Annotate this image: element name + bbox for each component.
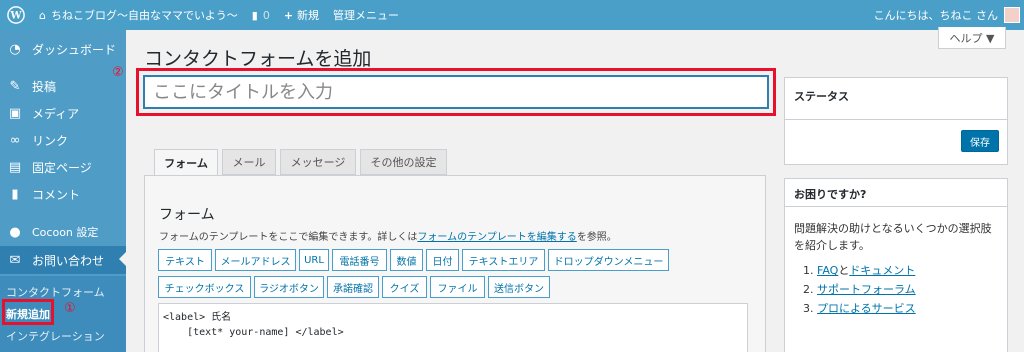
sidebar-item-posts[interactable]: ✎ 投稿 (0, 73, 126, 99)
tag-button-email[interactable]: メールアドレス (215, 249, 296, 271)
help-box-text: 問題解決の助けとなるいくつかの選択肢を紹介します。 (794, 222, 992, 252)
admin-bar: W ⌂ ちねこブログ〜自由なママでいよう〜 ▮ 0 + 新規 管理メニュー こん… (0, 0, 1024, 30)
list-number: 1. (803, 264, 814, 277)
avatar (1004, 7, 1020, 23)
tag-button-submit[interactable]: 送信ボタン (488, 276, 550, 298)
list-item: 2. サポートフォーラム (803, 280, 916, 299)
comments-count: 0 (262, 8, 270, 22)
highlight-box-add-new (2, 299, 54, 325)
admin-menu-label: 管理メニュー (333, 9, 400, 22)
support-forum-link[interactable]: サポートフォーラム (817, 283, 916, 296)
home-icon: ⌂ (39, 8, 46, 22)
tab-messages[interactable]: メッセージ (280, 149, 356, 175)
plus-icon: + (283, 8, 294, 22)
sidebar-item-dashboard[interactable]: ◔ ダッシュボード (0, 36, 126, 62)
page-title: コンタクトフォームを追加 (144, 48, 372, 70)
title-input[interactable] (143, 75, 769, 109)
submenu-integration[interactable]: インテグレーション (6, 328, 105, 344)
sidebar-item-comments[interactable]: ▮ コメント (0, 181, 126, 207)
sidebar-item-label: リンク (32, 133, 69, 148)
faq-link[interactable]: FAQ (817, 264, 838, 277)
site-name-link[interactable]: ⌂ ちねこブログ〜自由なママでいよう〜 (32, 0, 245, 30)
sidebar-item-label: 固定ページ (32, 160, 92, 175)
tag-button-file[interactable]: ファイル (430, 276, 485, 298)
cocoon-icon: ● (9, 224, 21, 240)
desc-text-end: を参照。 (576, 232, 617, 243)
pro-services-link[interactable]: プロによるサービス (817, 302, 916, 315)
help-box-title: お困りですか? (785, 179, 1007, 207)
page-icon: ▤ (8, 159, 22, 175)
sidebar-item-pages[interactable]: ▤ 固定ページ (0, 154, 126, 180)
tag-button-date[interactable]: 日付 (426, 249, 459, 271)
sidebar-item-label: お問い合わせ (32, 253, 105, 268)
docs-link[interactable]: ドキュメント (849, 264, 915, 277)
tag-button-number[interactable]: 数値 (390, 249, 423, 271)
comment-icon: ▮ (11, 186, 19, 202)
tag-button-tel[interactable]: 電話番号 (332, 249, 387, 271)
comment-bubble-icon: ▮ (251, 8, 258, 22)
new-label: 新規 (297, 9, 320, 22)
tab-form[interactable]: フォーム (154, 149, 218, 176)
sidebar-item-label: コメント (32, 187, 81, 202)
sidebar-item-label: Cocoon 設定 (32, 226, 99, 239)
annotation-number-1: ① (64, 301, 76, 316)
status-box-title: ステータス (785, 78, 1007, 120)
wordpress-logo-icon[interactable]: W (0, 0, 32, 30)
list-number: 3. (803, 302, 814, 315)
help-links-list: 1. FAQとドキュメント 2. サポートフォーラム 3. プロによるサービス (803, 261, 916, 318)
tag-button-url[interactable]: URL (299, 249, 329, 271)
sidebar-item-label: ダッシュボード (32, 42, 117, 57)
tag-button-checkbox[interactable]: チェックボックス (158, 276, 251, 298)
media-icon: ▣ (8, 105, 22, 121)
greeting: こんにちは、ちねこ さん (873, 9, 999, 22)
svg-text:W: W (9, 11, 22, 22)
sidebar-item-cocoon[interactable]: ● Cocoon 設定 (0, 219, 126, 245)
sidebar-item-media[interactable]: ▣ メディア (0, 100, 126, 126)
dashboard-icon: ◔ (9, 41, 21, 57)
template-edit-link[interactable]: フォームのテンプレートを編集する (417, 232, 576, 243)
tag-button-dropdown[interactable]: ドロップダウンメニュー (548, 249, 669, 271)
account-menu[interactable]: こんにちは、ちねこ さん (873, 0, 1020, 30)
annotation-number-2: ② (112, 65, 124, 80)
panel-description: フォームのテンプレートをここで編集できます。詳しくはフォームのテンプレートを編集… (159, 228, 617, 243)
tag-button-textarea[interactable]: テキストエリア (462, 249, 545, 271)
tab-mail[interactable]: メール (222, 149, 276, 175)
list-item: 1. FAQとドキュメント (803, 261, 916, 280)
sidebar-item-label: メディア (32, 106, 80, 121)
form-template-editor[interactable]: <label> 氏名 [text* your-name] </label> (158, 303, 748, 352)
sidebar-item-label: 投稿 (32, 79, 57, 94)
admin-menu-link[interactable]: 管理メニュー (326, 0, 406, 30)
tag-button-text[interactable]: テキスト (158, 249, 212, 271)
site-name: ちねこブログ〜自由なママでいよう〜 (50, 9, 238, 22)
panel-title: フォーム (159, 207, 215, 223)
list-number: 2. (803, 283, 814, 296)
pin-icon: ✎ (9, 78, 21, 94)
tag-button-radio[interactable]: ラジオボタン (254, 276, 324, 298)
list-item: 3. プロによるサービス (803, 299, 916, 318)
sidebar-item-contact[interactable]: ✉ お問い合わせ (0, 246, 126, 274)
help-tab-button[interactable]: ヘルプ ▼ (938, 27, 1006, 49)
new-content-link[interactable]: + 新規 (277, 0, 326, 30)
desc-text: フォームのテンプレートをここで編集できます。詳しくは (159, 232, 418, 243)
sidebar-item-links[interactable]: ∞ リンク (0, 127, 126, 153)
comments-link[interactable]: ▮ 0 (245, 0, 277, 30)
save-button[interactable]: 保存 (961, 130, 999, 152)
submenu-contact-forms[interactable]: コンタクトフォーム (6, 284, 105, 300)
status-box: ステータス 保存 (784, 77, 1008, 165)
link-icon: ∞ (9, 132, 21, 148)
tab-additional-settings[interactable]: その他の設定 (360, 149, 447, 175)
help-box: お困りですか? 問題解決の助けとなるいくつかの選択肢を紹介します。 1. FAQ… (784, 178, 1008, 352)
tag-button-acceptance[interactable]: 承諾確認 (327, 276, 379, 298)
list-connector: と (838, 264, 850, 277)
mail-icon: ✉ (9, 252, 21, 268)
tag-button-quiz[interactable]: クイズ (382, 276, 427, 298)
